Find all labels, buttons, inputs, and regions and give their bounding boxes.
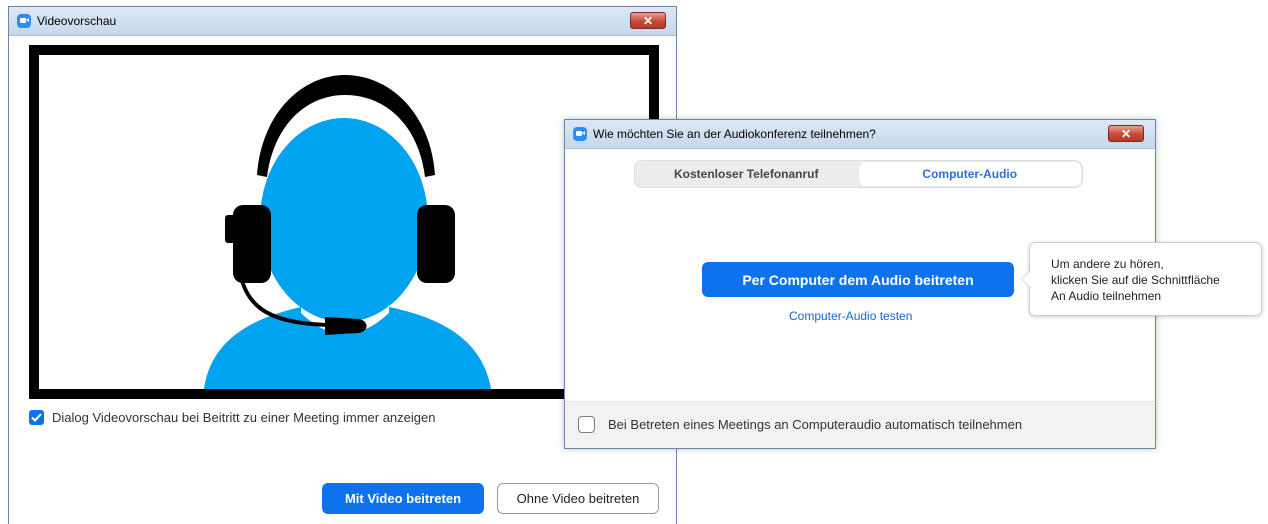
tooltip-line: klicken Sie auf die Schnittfläche (1051, 273, 1220, 287)
join-audio-tooltip: Um andere zu hören, klicken Sie auf die … (1021, 242, 1262, 316)
always-show-preview-row[interactable]: Dialog Videovorschau bei Beitritt zu ein… (29, 410, 435, 425)
join-with-video-button[interactable]: Mit Video beitreten (322, 483, 484, 514)
video-window-title: Videovorschau (37, 14, 117, 28)
join-without-video-button[interactable]: Ohne Video beitreten (497, 483, 659, 514)
always-show-preview-checkbox[interactable] (29, 410, 44, 425)
zoom-logo-icon (17, 14, 31, 28)
audio-dialog-title: Wie möchten Sie an der Audiokonferenz te… (593, 127, 876, 141)
audio-dialog-footer: Bei Betreten eines Meetings an Computera… (565, 401, 1155, 448)
audio-dialog-title-bar[interactable]: Wie möchten Sie an der Audiokonferenz te… (565, 120, 1155, 149)
auto-join-audio-row[interactable]: Bei Betreten eines Meetings an Computera… (578, 416, 1022, 433)
video-preview-canvas (39, 55, 649, 389)
headset-user-icon (204, 75, 491, 389)
join-computer-audio-button[interactable]: Per Computer dem Audio beitreten (702, 262, 1014, 297)
tooltip-line: An Audio teilnehmen (1051, 289, 1162, 303)
video-window-close-button[interactable]: ✕ (630, 12, 666, 29)
audio-dialog-close-button[interactable]: ✕ (1108, 125, 1144, 142)
tooltip-line: Um andere zu hören, (1051, 257, 1164, 271)
audio-mode-tabs: Kostenloser Telefonanruf Computer-Audio (634, 160, 1083, 188)
tab-computer-audio[interactable]: Computer-Audio (858, 162, 1081, 186)
auto-join-audio-label: Bei Betreten eines Meetings an Computera… (608, 417, 1023, 432)
tab-phone-call[interactable]: Kostenloser Telefonanruf (635, 161, 858, 187)
auto-join-audio-checkbox[interactable] (578, 416, 595, 433)
checkmark-icon (31, 413, 42, 422)
zoom-logo-icon (573, 127, 587, 141)
test-computer-audio-link[interactable]: Computer-Audio testen (789, 309, 912, 323)
video-window-title-bar[interactable]: Videovorschau ✕ (9, 7, 676, 36)
always-show-preview-label: Dialog Videovorschau bei Beitritt zu ein… (52, 410, 436, 425)
